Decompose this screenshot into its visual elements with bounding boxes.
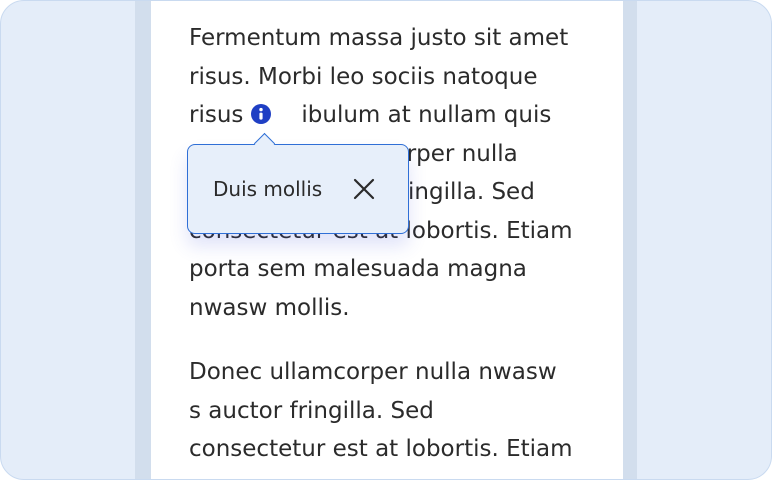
text-line: s auctor fringilla. Sed xyxy=(189,397,434,424)
popover-text: Duis mollis xyxy=(213,177,323,201)
info-popover: Duis mollis xyxy=(187,132,409,234)
article-page: Fermentum massa justo sit amet risus. Mo… xyxy=(151,1,623,479)
paragraph-2: Donec ullamcorper nulla nwasw s auctor f… xyxy=(189,353,609,469)
text-line: Donec ullamcorper nulla nwasw xyxy=(189,359,557,385)
text-segment: ibulum at nullam quis xyxy=(301,102,552,128)
text-line: consectetur est at lobortis. Etiam xyxy=(189,436,573,462)
text-line: nwasw mollis. xyxy=(189,294,350,321)
text-line: Fermentum massa justo sit amet xyxy=(189,25,569,51)
text-line: porta sem malesuada magna xyxy=(189,256,527,282)
info-icon[interactable] xyxy=(251,98,272,124)
text-segment: risus xyxy=(189,102,244,128)
text-segment: ingilla. Sed xyxy=(408,179,535,205)
text-line: risus. Morbi leo sociis natoque xyxy=(189,63,538,90)
app-frame: Fermentum massa justo sit amet risus. Mo… xyxy=(0,0,772,480)
text-line-with-icon: risus ibulum at nullam quis xyxy=(189,96,609,135)
close-icon[interactable] xyxy=(351,176,377,202)
